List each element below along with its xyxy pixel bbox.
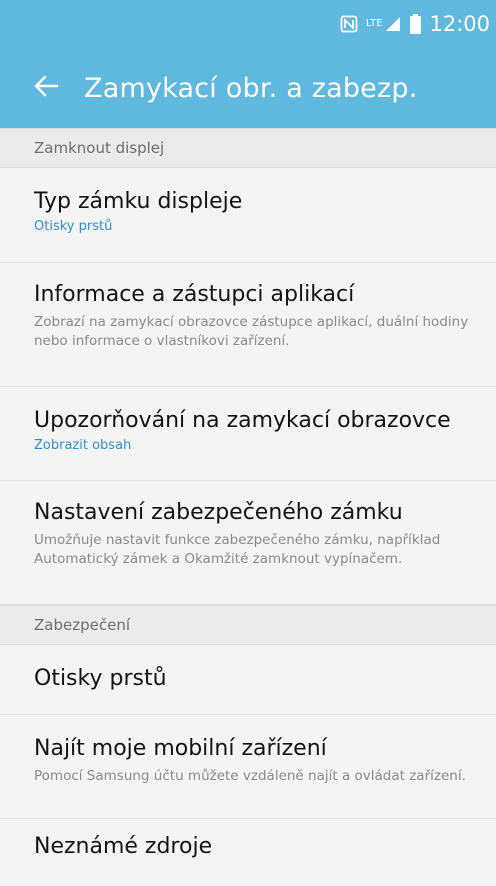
arrow-left-icon bbox=[33, 73, 59, 103]
list-item-fingerprints[interactable]: Otisky prstů bbox=[0, 645, 496, 715]
item-title: Informace a zástupci aplikací bbox=[34, 282, 355, 307]
section-header-security: Zabezpečení bbox=[0, 605, 496, 645]
lte-label: LTE bbox=[365, 18, 383, 29]
item-title: Neznámé zdroje bbox=[34, 834, 213, 859]
back-button[interactable] bbox=[28, 70, 64, 106]
item-description: Pomocí Samsung účtu můžete vzdáleně nají… bbox=[34, 768, 466, 784]
list-item-info-shortcuts[interactable]: Informace a zástupci aplikací Zobrazí na… bbox=[0, 263, 496, 387]
page-title: Zamykací obr. a zabezp. bbox=[84, 72, 418, 104]
section-header-lock-screen: Zamknout displej bbox=[0, 128, 496, 168]
item-subtitle: Zobrazit obsah bbox=[34, 438, 132, 453]
list-item-secure-lock-settings[interactable]: Nastavení zabezpečeného zámku Umožňuje n… bbox=[0, 481, 496, 605]
item-title: Najít moje mobilní zařízení bbox=[34, 736, 327, 761]
item-title: Otisky prstů bbox=[34, 666, 167, 691]
item-title: Upozorňování na zamykací obrazovce bbox=[34, 408, 451, 433]
item-title: Typ zámku displeje bbox=[34, 189, 243, 214]
battery-icon bbox=[410, 14, 422, 34]
item-description: Zobrazí na zamykací obrazovce zástupce a… bbox=[34, 314, 469, 349]
list-item-screen-lock-type[interactable]: Typ zámku displeje Otisky prstů bbox=[0, 168, 496, 263]
app-bar: Zamykací obr. a zabezp. bbox=[0, 48, 496, 128]
list-item-find-my-mobile[interactable]: Najít moje mobilní zařízení Pomocí Samsu… bbox=[0, 715, 496, 819]
list-item-unknown-sources[interactable]: Neznámé zdroje bbox=[0, 819, 496, 886]
status-bar: LTE 12:00 bbox=[0, 0, 496, 48]
nfc-icon bbox=[340, 15, 358, 33]
list-item-lock-screen-notifications[interactable]: Upozorňování na zamykací obrazovce Zobra… bbox=[0, 387, 496, 481]
item-description: Umožňuje nastavit funkce zabezpečeného z… bbox=[34, 532, 441, 567]
item-subtitle: Otisky prstů bbox=[34, 219, 113, 234]
settings-screen: LTE 12:00 Zamykací obr. a zabezp. Zamkno… bbox=[0, 0, 496, 886]
status-time: 12:00 bbox=[429, 12, 490, 36]
signal-icon bbox=[384, 15, 402, 33]
item-title: Nastavení zabezpečeného zámku bbox=[34, 500, 403, 525]
